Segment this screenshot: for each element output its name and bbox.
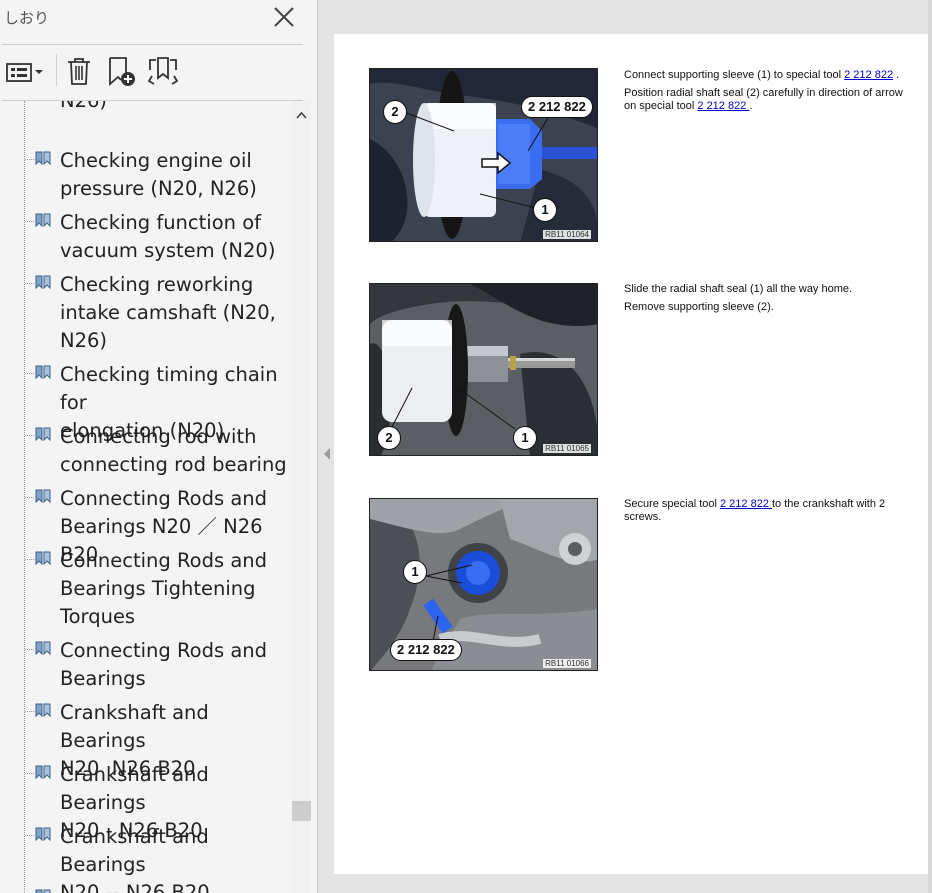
viewer-edge [928,0,932,893]
instruction-text: . [893,69,900,81]
step-2-text: Slide the radial shaft seal (1) all the … [624,283,904,319]
callout-2: 2 [377,426,401,450]
tool-link[interactable]: 2 212 822 [720,498,772,510]
tool-link[interactable]: 2 212 822 [697,100,749,112]
step-3-text: Secure special tool 2 212 822 to the cra… [624,498,904,529]
image-reference: RB11 01065 [543,444,591,453]
bookmark-icon [34,426,53,443]
bookmark-icon [34,826,53,843]
instruction-text: Secure special tool [624,498,720,510]
tool-callout: 2 212 822 [521,96,593,118]
tree-connector [25,497,34,498]
bookmark-scrollbar[interactable] [292,101,311,893]
instruction-paragraph: Remove supporting sleeve (2). [624,301,904,314]
figure-secure-tool: 1 2 212 822 RB11 01066 [369,498,598,671]
bookmark-icon [34,888,53,893]
panel-title: しおり [4,9,50,27]
bookmark-icon [34,150,53,167]
tree-connector [25,373,34,374]
find-bookmark-icon[interactable] [146,54,180,88]
callout-2: 2 [383,100,407,124]
trash-icon[interactable] [64,54,94,88]
bookmark-label: Checking function of vacuum system (N20) [60,211,276,262]
instruction-text: Position radial shaft seal (2) carefully… [624,87,903,112]
collapse-panel-icon[interactable] [321,444,333,464]
bookmark-icon [34,702,53,719]
instruction-paragraph: Slide the radial shaft seal (1) all the … [624,283,904,296]
bookmark-icon [34,274,53,291]
instruction-text: Slide the radial shaft seal (1) all the … [624,283,853,295]
new-bookmark-icon[interactable] [104,54,140,88]
instruction-text: Connect supporting sleeve (1) to special… [624,69,845,81]
callout-1: 1 [513,426,537,450]
document-page: 2 1 2 212 822 RB11 01064 Connect support… [334,34,928,874]
bookmark-icon [34,764,53,781]
tool-callout: 2 212 822 [390,639,462,661]
callout-1: 1 [533,198,557,222]
instruction-paragraph: Connect supporting sleeve (1) to special… [624,69,904,82]
instruction-paragraph: Secure special tool 2 212 822 to the cra… [624,498,904,524]
tree-connector [25,221,34,222]
figure-seal-sleeve: 2 1 2 212 822 RB11 01064 [369,68,598,242]
bookmark-label: Checking reworking intake camshaft (N20,… [60,273,276,352]
panel-divider [2,44,303,45]
tool-link[interactable]: 2 212 822 [844,69,893,81]
tree-connector [25,711,34,712]
list-options-icon[interactable] [4,54,44,88]
bookmark-icon [34,640,53,657]
bookmark-label: Connecting Rods and Bearings Tightening … [60,549,268,628]
bookmark-label: Crankshaft and Bearings N20 -- N26 B20 [60,825,210,893]
bookmark-label: Checking engine oil pressure (N20, N26) [60,149,257,200]
bookmark-icon [34,212,53,229]
instruction-text: . [749,100,753,112]
bookmark-icon [34,364,53,381]
callout-1: 1 [403,560,427,584]
bookmark-tree: N26) Checking engine oil pressure (N20, … [0,101,291,893]
instruction-paragraph: Position radial shaft seal (2) carefully… [624,87,904,113]
image-reference: RB11 01064 [543,230,591,239]
bookmark-label: N26) [60,101,288,115]
scrollbar-thumb[interactable] [292,801,311,821]
tree-connector [25,649,34,650]
tree-connector [25,283,34,284]
bookmark-label: Connecting Rods and Bearings [60,639,268,690]
close-icon[interactable] [272,5,296,29]
instruction-text: Remove supporting sleeve (2). [624,301,774,313]
image-reference: RB11 01066 [543,659,591,668]
bookmark-icon [34,550,53,567]
bookmark-toolbar [0,50,304,92]
bookmarks-panel: しおり Checking engine oil pressure (N20, N… [0,0,318,893]
bookmark-icon [34,488,53,505]
bookmark-label: Connecting rod with connecting rod beari… [60,425,287,476]
step-1-text: Connect supporting sleeve (1) to special… [624,69,904,118]
tree-connector [25,435,34,436]
toolbar-divider [56,54,57,86]
tree-connector [25,835,34,836]
figure-slide-seal: 2 1 RB11 01065 [369,283,598,456]
tree-connector [25,559,34,560]
tree-connector [25,773,34,774]
scroll-up-icon[interactable] [292,106,311,126]
tree-connector [25,159,34,160]
